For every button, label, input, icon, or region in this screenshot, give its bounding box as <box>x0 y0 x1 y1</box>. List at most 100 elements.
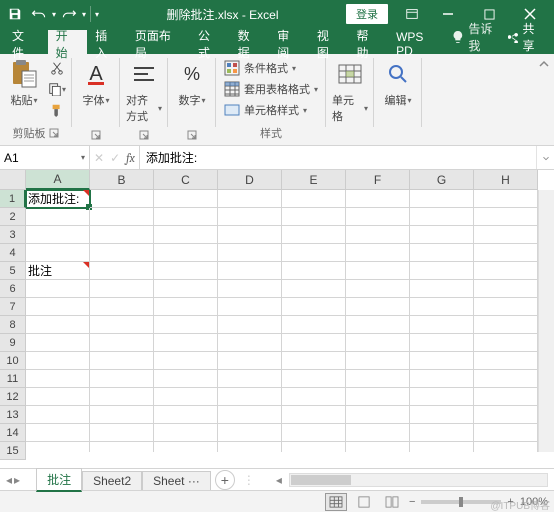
cell[interactable] <box>90 406 154 424</box>
col-header[interactable]: B <box>90 170 154 190</box>
conditional-format-button[interactable]: 条件格式▾ <box>222 58 320 78</box>
cell[interactable] <box>346 424 410 442</box>
cell[interactable] <box>474 262 538 280</box>
cell[interactable] <box>410 280 474 298</box>
number-button[interactable]: % 数字▾ <box>172 56 212 110</box>
font-button[interactable]: A 字体▾ <box>76 56 116 110</box>
row-header[interactable]: 2 <box>0 208 26 226</box>
cell[interactable] <box>154 208 218 226</box>
tab-wps[interactable]: WPS PD <box>388 30 451 54</box>
cell[interactable] <box>410 424 474 442</box>
vertical-scrollbar[interactable] <box>538 190 554 452</box>
row-header[interactable]: 3 <box>0 226 26 244</box>
cell[interactable] <box>410 352 474 370</box>
cell[interactable] <box>282 352 346 370</box>
row-header[interactable]: 5 <box>0 262 26 280</box>
cell[interactable] <box>410 298 474 316</box>
cell[interactable] <box>26 370 90 388</box>
cell[interactable] <box>282 190 346 208</box>
cell[interactable] <box>90 226 154 244</box>
cell[interactable] <box>474 244 538 262</box>
horizontal-scrollbar[interactable]: ◂ ▸ <box>289 473 548 487</box>
cell[interactable] <box>346 226 410 244</box>
cell[interactable] <box>218 316 282 334</box>
cell[interactable] <box>90 424 154 442</box>
cell[interactable] <box>346 352 410 370</box>
cell-A5[interactable]: 批注 <box>26 262 90 280</box>
cell[interactable] <box>474 190 538 208</box>
cell-styles-button[interactable]: 单元格样式▾ <box>222 100 320 120</box>
cell[interactable] <box>154 334 218 352</box>
sheet-nav-next-icon[interactable]: ▸ <box>14 473 20 487</box>
cell[interactable] <box>282 316 346 334</box>
redo-dropdown-icon[interactable]: ▾ <box>82 10 86 19</box>
cell[interactable] <box>282 370 346 388</box>
row-header[interactable]: 13 <box>0 406 26 424</box>
ribbon-options-icon[interactable] <box>397 0 427 28</box>
cell[interactable] <box>282 262 346 280</box>
cell[interactable] <box>474 208 538 226</box>
table-format-button[interactable]: 套用表格格式▾ <box>222 79 320 99</box>
editing-button[interactable]: 编辑▾ <box>378 56 418 110</box>
cell[interactable] <box>474 298 538 316</box>
row-header[interactable]: 8 <box>0 316 26 334</box>
cancel-formula-icon[interactable]: ✕ <box>94 151 104 165</box>
sheet-tab[interactable]: Sheet ··· <box>142 471 211 490</box>
sheet-tab[interactable]: 批注 <box>36 468 82 492</box>
dialog-launcher-icon[interactable] <box>186 129 198 141</box>
cell[interactable] <box>410 262 474 280</box>
scroll-left-icon[interactable]: ◂ <box>276 473 282 487</box>
cell[interactable] <box>154 226 218 244</box>
cell[interactable] <box>218 334 282 352</box>
cell-grid[interactable]: 添加批注: 批注 <box>26 190 538 452</box>
name-box-dropdown-icon[interactable]: ▾ <box>81 153 85 162</box>
cell[interactable] <box>154 424 218 442</box>
cell[interactable] <box>410 190 474 208</box>
row-header[interactable]: 14 <box>0 424 26 442</box>
cell[interactable] <box>474 406 538 424</box>
cell[interactable] <box>218 406 282 424</box>
cell[interactable] <box>346 334 410 352</box>
cell[interactable] <box>154 406 218 424</box>
insert-function-icon[interactable]: fx <box>126 151 135 165</box>
row-header[interactable]: 4 <box>0 244 26 262</box>
cell[interactable] <box>346 370 410 388</box>
tab-file[interactable]: 文件 <box>0 30 48 54</box>
col-header[interactable]: D <box>218 170 282 190</box>
cell[interactable] <box>26 208 90 226</box>
save-icon[interactable] <box>4 3 26 25</box>
cell[interactable] <box>218 244 282 262</box>
cell[interactable] <box>154 244 218 262</box>
cell[interactable] <box>474 226 538 244</box>
cell[interactable] <box>410 316 474 334</box>
row-header[interactable]: 1 <box>0 190 26 208</box>
tab-data[interactable]: 数据 <box>230 30 270 54</box>
cell[interactable] <box>474 352 538 370</box>
cell[interactable] <box>218 442 282 452</box>
cell[interactable] <box>282 226 346 244</box>
cell[interactable] <box>90 334 154 352</box>
cell[interactable] <box>410 442 474 452</box>
cell[interactable] <box>346 280 410 298</box>
cell[interactable] <box>26 352 90 370</box>
cell[interactable] <box>282 388 346 406</box>
cell[interactable] <box>474 316 538 334</box>
format-painter-button[interactable] <box>46 100 68 120</box>
cell[interactable] <box>90 316 154 334</box>
row-header[interactable]: 11 <box>0 370 26 388</box>
cell[interactable] <box>90 370 154 388</box>
cell[interactable] <box>154 352 218 370</box>
tab-formula[interactable]: 公式 <box>190 30 230 54</box>
login-button[interactable]: 登录 <box>346 4 388 24</box>
undo-icon[interactable] <box>28 3 50 25</box>
cell[interactable] <box>154 280 218 298</box>
cell[interactable] <box>474 334 538 352</box>
col-header[interactable]: F <box>346 170 410 190</box>
undo-dropdown-icon[interactable]: ▾ <box>52 10 56 19</box>
cell[interactable] <box>474 280 538 298</box>
collapse-ribbon-icon[interactable] <box>534 54 554 145</box>
cell[interactable] <box>218 262 282 280</box>
cell[interactable] <box>474 388 538 406</box>
col-header[interactable]: E <box>282 170 346 190</box>
cell[interactable] <box>474 424 538 442</box>
